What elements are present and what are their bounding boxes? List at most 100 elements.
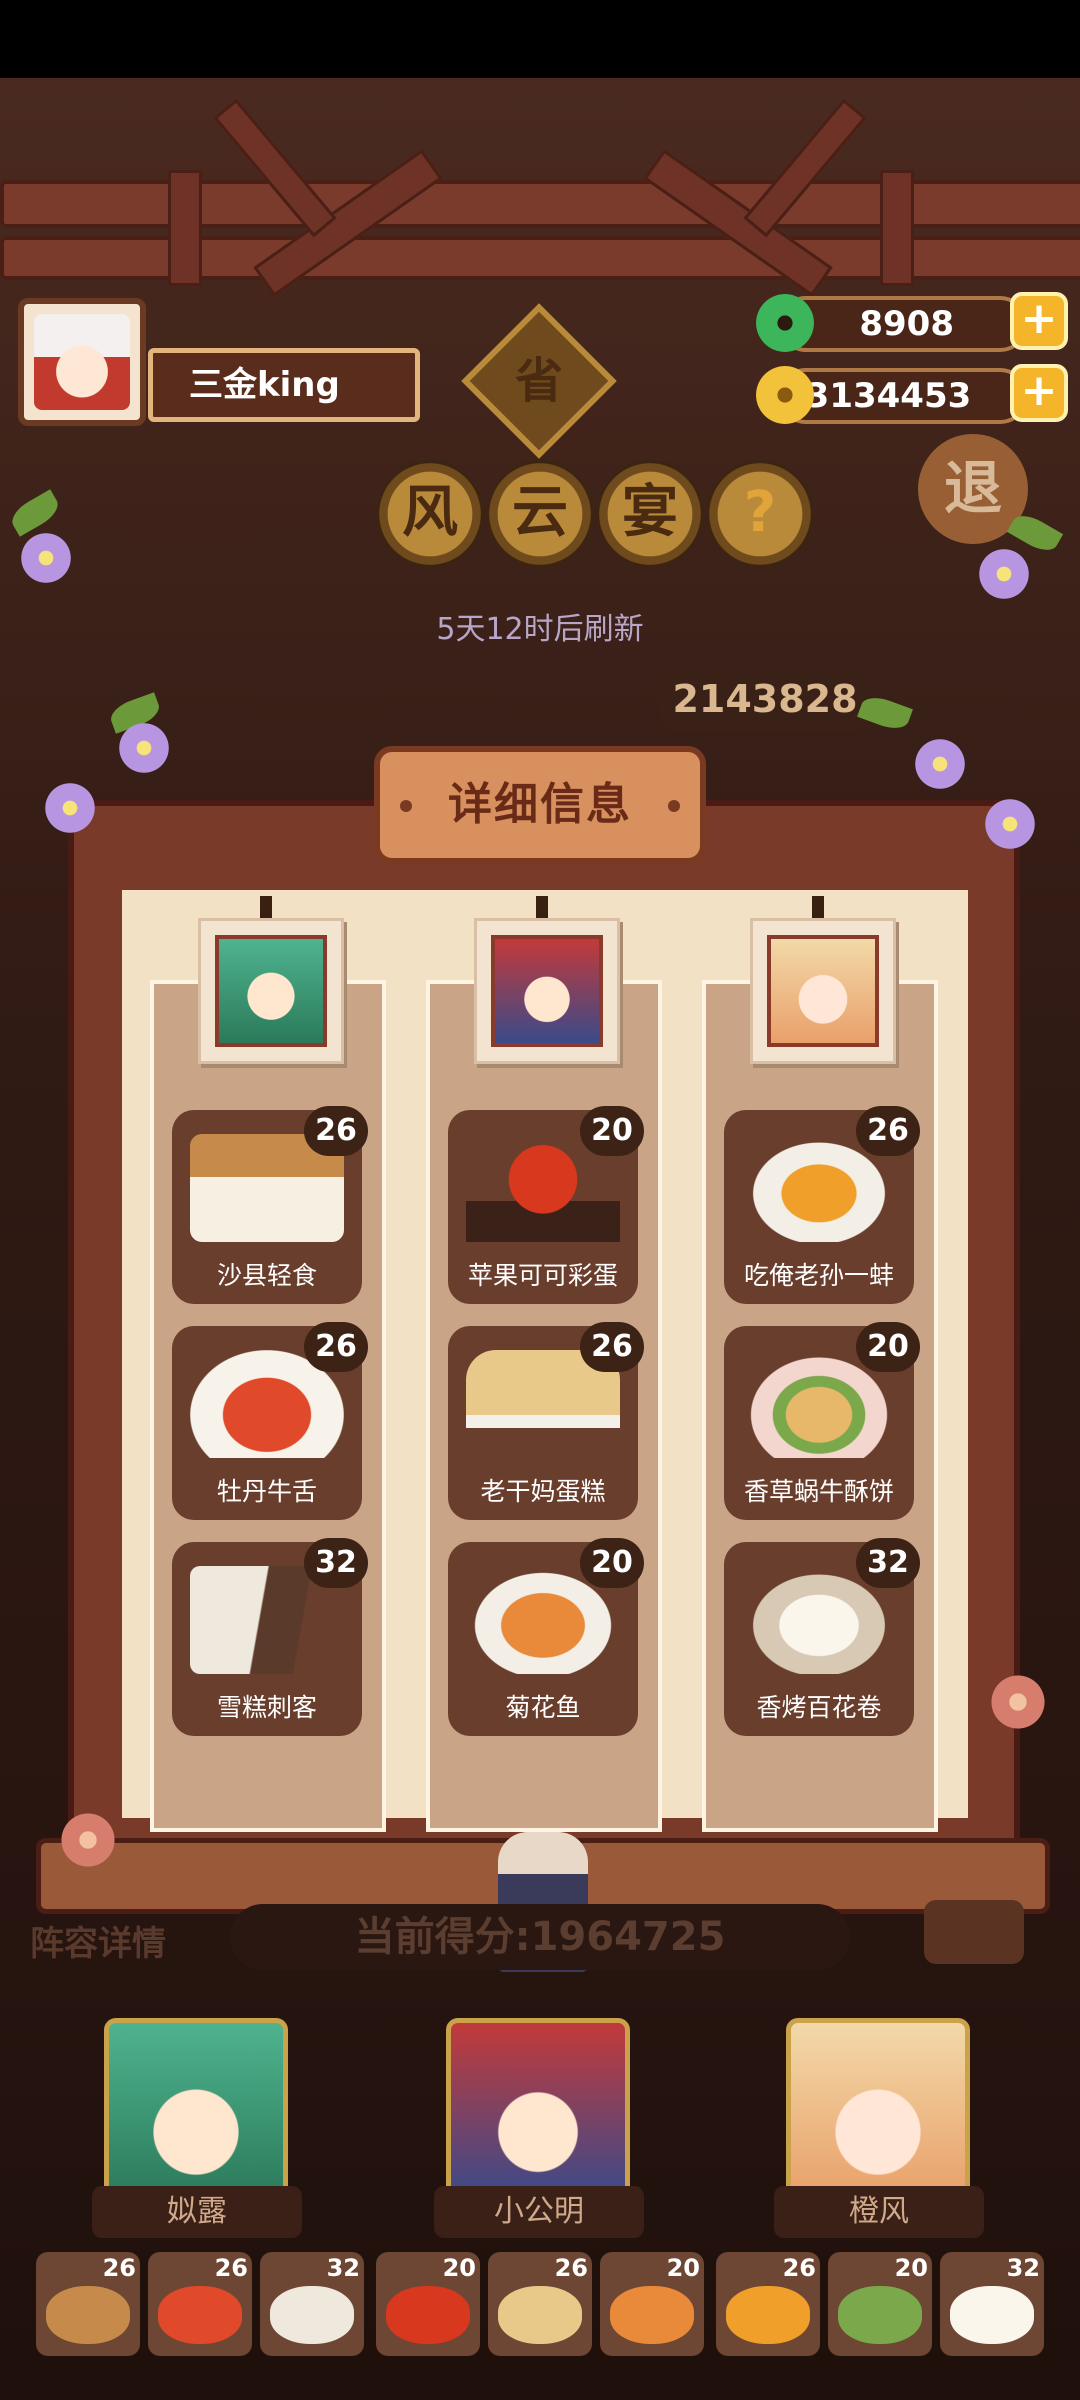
refresh-timer: 5天12时后刷新 — [436, 612, 644, 647]
roof-post — [880, 170, 914, 286]
mini-dish-level: 26 — [214, 2254, 248, 2282]
dish-card[interactable]: 20 苹果可可彩蛋 — [448, 1106, 644, 1304]
lineup-hero-1[interactable] — [104, 2018, 288, 2204]
mini-dish-image — [270, 2286, 354, 2344]
dish-card[interactable]: 26 吃俺老孙一蚌 — [724, 1106, 920, 1304]
dish-level: 20 — [856, 1322, 920, 1372]
mini-dish-level: 32 — [326, 2254, 360, 2282]
dish-level: 26 — [304, 1106, 368, 1156]
add-coin-button[interactable]: + — [1010, 364, 1068, 422]
lineup-hero-name: 姒露 — [92, 2186, 302, 2238]
pin — [536, 896, 548, 918]
add-jade-button[interactable]: + — [1010, 292, 1068, 350]
jade-icon — [756, 294, 814, 352]
mini-dish-image — [838, 2286, 922, 2344]
dish-level: 26 — [580, 1322, 644, 1372]
hero-portrait-2 — [491, 935, 603, 1047]
mini-dish[interactable]: 26 — [36, 2252, 140, 2356]
hero-portrait-1 — [215, 935, 327, 1047]
mini-dish[interactable]: 26 — [148, 2252, 252, 2356]
flower-decoration — [976, 546, 1032, 602]
dish-level: 32 — [856, 1538, 920, 1588]
dish-level: 32 — [304, 1538, 368, 1588]
dish-card[interactable]: 26 老干妈蛋糕 — [448, 1322, 644, 1520]
mini-dish[interactable]: 32 — [260, 2252, 364, 2356]
pink-flower-decoration — [58, 1810, 118, 1870]
roof-beam-lower — [0, 236, 1080, 280]
mini-dish-image — [950, 2286, 1034, 2344]
roof-post — [168, 170, 202, 286]
flower-decoration — [42, 780, 98, 836]
mini-dish-image — [610, 2286, 694, 2344]
hero-card-1[interactable] — [198, 918, 344, 1064]
lineup-hero-name: 橙风 — [774, 2186, 984, 2238]
dish-name: 沙县轻食 — [216, 1261, 317, 1290]
roof-beam — [0, 180, 1080, 228]
hero-card-3[interactable] — [750, 918, 896, 1064]
mini-dish-level: 26 — [554, 2254, 588, 2282]
dish-name: 牡丹牛舌 — [216, 1477, 317, 1506]
plaque-dot — [668, 800, 680, 812]
mini-dish-image — [158, 2286, 242, 2344]
score-chip: 2143828 — [660, 666, 870, 732]
pin — [260, 896, 272, 918]
dish-level: 26 — [856, 1106, 920, 1156]
dish-name: 雪糕刺客 — [216, 1693, 317, 1722]
status-bar — [0, 0, 1080, 78]
dish-name: 苹果可可彩蛋 — [467, 1261, 618, 1290]
help-button[interactable]: ? — [706, 460, 814, 568]
mini-dish[interactable]: 20 — [828, 2252, 932, 2356]
lineup-hero-name: 小公明 — [434, 2186, 644, 2238]
current-score: 当前得分:1964725 — [230, 1904, 850, 1970]
reset-button[interactable] — [924, 1900, 1024, 1964]
flower-decoration — [982, 796, 1038, 852]
title-char-yan: 宴 — [596, 460, 704, 568]
province-badge[interactable]: 省 — [484, 326, 594, 436]
mini-dish-image — [386, 2286, 470, 2344]
lineup-hero-2[interactable] — [446, 2018, 630, 2204]
dish-name: 香烤百花卷 — [756, 1693, 882, 1722]
mini-dish[interactable]: 20 — [376, 2252, 480, 2356]
avatar-portrait — [34, 314, 130, 410]
mini-dish[interactable]: 32 — [940, 2252, 1044, 2356]
flower-decoration — [18, 530, 74, 586]
mini-dish[interactable]: 20 — [600, 2252, 704, 2356]
player-name: 三金king — [148, 348, 420, 422]
mini-dish[interactable]: 26 — [716, 2252, 820, 2356]
pink-flower-decoration — [988, 1672, 1048, 1732]
flower-decoration — [912, 736, 968, 792]
hero-portrait-3 — [767, 935, 879, 1047]
player-avatar[interactable] — [18, 298, 146, 426]
dish-card[interactable]: 26 沙县轻食 — [172, 1106, 368, 1304]
dish-card[interactable]: 20 香草蜗牛酥饼 — [724, 1322, 920, 1520]
flower-decoration — [116, 720, 172, 776]
dish-level: 20 — [580, 1538, 644, 1588]
panel-title: 详细信息 — [448, 779, 632, 830]
dish-card[interactable]: 26 牡丹牛舌 — [172, 1322, 368, 1520]
mini-dish-level: 20 — [442, 2254, 476, 2282]
dish-name: 老干妈蛋糕 — [480, 1477, 606, 1506]
hero-card-2[interactable] — [474, 918, 620, 1064]
dish-card[interactable]: 20 菊花鱼 — [448, 1538, 644, 1736]
mini-dish-level: 26 — [102, 2254, 136, 2282]
mini-dish-image — [46, 2286, 130, 2344]
dish-name: 菊花鱼 — [505, 1693, 581, 1722]
title-char-feng: 风 — [376, 460, 484, 568]
plaque-dot — [400, 800, 412, 812]
title-char-yun: 云 — [486, 460, 594, 568]
dish-level: 20 — [580, 1106, 644, 1156]
mini-dish-image — [498, 2286, 582, 2344]
mini-dish-level: 26 — [782, 2254, 816, 2282]
mini-dish-level: 20 — [666, 2254, 700, 2282]
coin-icon — [756, 366, 814, 424]
lineup-hero-3[interactable] — [786, 2018, 970, 2204]
dish-name: 香草蜗牛酥饼 — [743, 1477, 894, 1506]
dish-card[interactable]: 32 雪糕刺客 — [172, 1538, 368, 1736]
lineup-details-label[interactable]: 阵容详情 — [30, 1916, 166, 1965]
dish-card[interactable]: 32 香烤百花卷 — [724, 1538, 920, 1736]
coin-counter: 33134453 — [778, 368, 1028, 424]
pin — [812, 896, 824, 918]
mini-dish[interactable]: 26 — [488, 2252, 592, 2356]
mini-dish-level: 32 — [1006, 2254, 1040, 2282]
mini-dish-image — [726, 2286, 810, 2344]
